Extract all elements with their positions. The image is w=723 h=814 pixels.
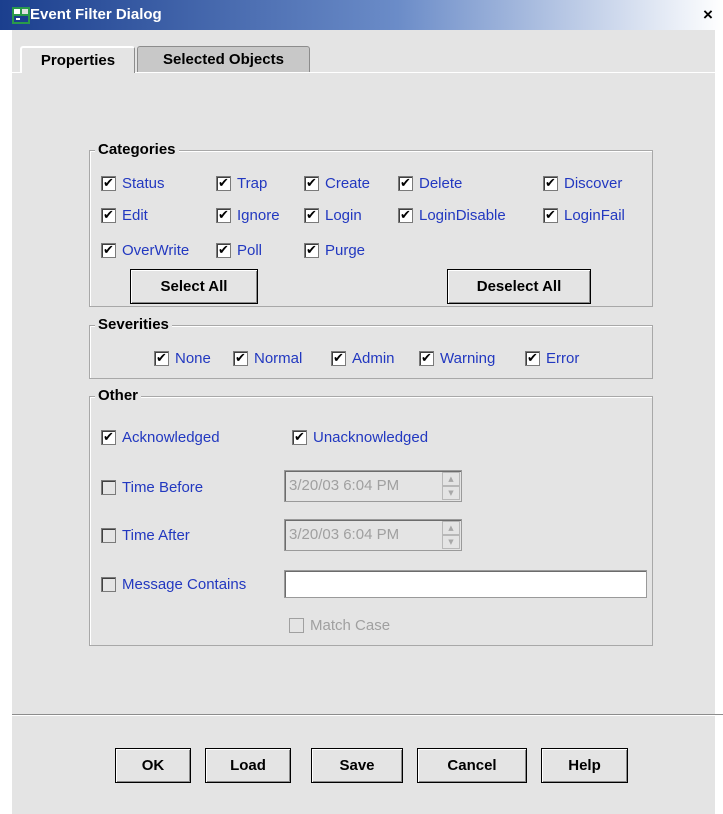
checkbox-empty-icon: [289, 618, 304, 633]
check-icon: ✔: [304, 176, 319, 191]
deselect-all-button[interactable]: Deselect All: [447, 269, 591, 304]
select-all-button[interactable]: Select All: [130, 269, 258, 304]
check-icon: ✔: [216, 208, 231, 223]
check-icon: ✔: [216, 176, 231, 191]
check-icon: ✔: [216, 243, 231, 258]
check-icon: ✔: [101, 176, 116, 191]
categories-legend: Categories: [95, 141, 179, 159]
button-bar-separator: [12, 714, 723, 716]
check-icon: ✔: [101, 430, 116, 445]
check-icon: ✔: [304, 243, 319, 258]
check-icon: ✔: [419, 351, 434, 366]
ok-button[interactable]: OK: [115, 748, 191, 783]
cancel-button[interactable]: Cancel: [417, 748, 527, 783]
time-after-value: 3/20/03 6:04 PM: [289, 526, 400, 543]
close-icon[interactable]: ×: [703, 5, 713, 25]
check-icon: ✔: [233, 351, 248, 366]
check-icon: ✔: [292, 430, 307, 445]
title-bar[interactable]: Event Filter Dialog ×: [0, 0, 723, 30]
check-icon: ✔: [101, 208, 116, 223]
message-contains-input[interactable]: [284, 570, 647, 598]
other-legend: Other: [95, 387, 142, 405]
check-icon: ✔: [331, 351, 346, 366]
check-icon: ✔: [398, 208, 413, 223]
checkbox-empty-icon: [101, 528, 116, 543]
spin-up-icon[interactable]: ▲: [442, 521, 460, 535]
checkbox-empty-icon: [101, 480, 116, 495]
spin-down-icon[interactable]: ▼: [442, 535, 460, 549]
check-icon: ✔: [101, 243, 116, 258]
tab-selected-objects[interactable]: Selected Objects: [137, 46, 310, 72]
time-before-value: 3/20/03 6:04 PM: [289, 477, 400, 494]
load-button[interactable]: Load: [205, 748, 291, 783]
save-button[interactable]: Save: [311, 748, 403, 783]
time-after-spinner[interactable]: 3/20/03 6:04 PM ▲ ▼: [284, 519, 462, 551]
check-icon: ✔: [543, 208, 558, 223]
window-title: Event Filter Dialog: [30, 6, 162, 23]
check-icon: ✔: [398, 176, 413, 191]
severities-legend: Severities: [95, 316, 172, 334]
check-icon: ✔: [304, 208, 319, 223]
checkbox-empty-icon: [101, 577, 116, 592]
event-filter-dialog: Event Filter Dialog × Properties Selecte…: [0, 0, 723, 814]
tab-properties[interactable]: Properties: [20, 46, 135, 73]
check-icon: ✔: [543, 176, 558, 191]
help-button[interactable]: Help: [541, 748, 628, 783]
check-icon: ✔: [525, 351, 540, 366]
time-before-spinner[interactable]: 3/20/03 6:04 PM ▲ ▼: [284, 470, 462, 502]
app-icon: [12, 7, 30, 24]
spin-down-icon[interactable]: ▼: [442, 486, 460, 500]
check-icon: ✔: [154, 351, 169, 366]
spin-up-icon[interactable]: ▲: [442, 472, 460, 486]
